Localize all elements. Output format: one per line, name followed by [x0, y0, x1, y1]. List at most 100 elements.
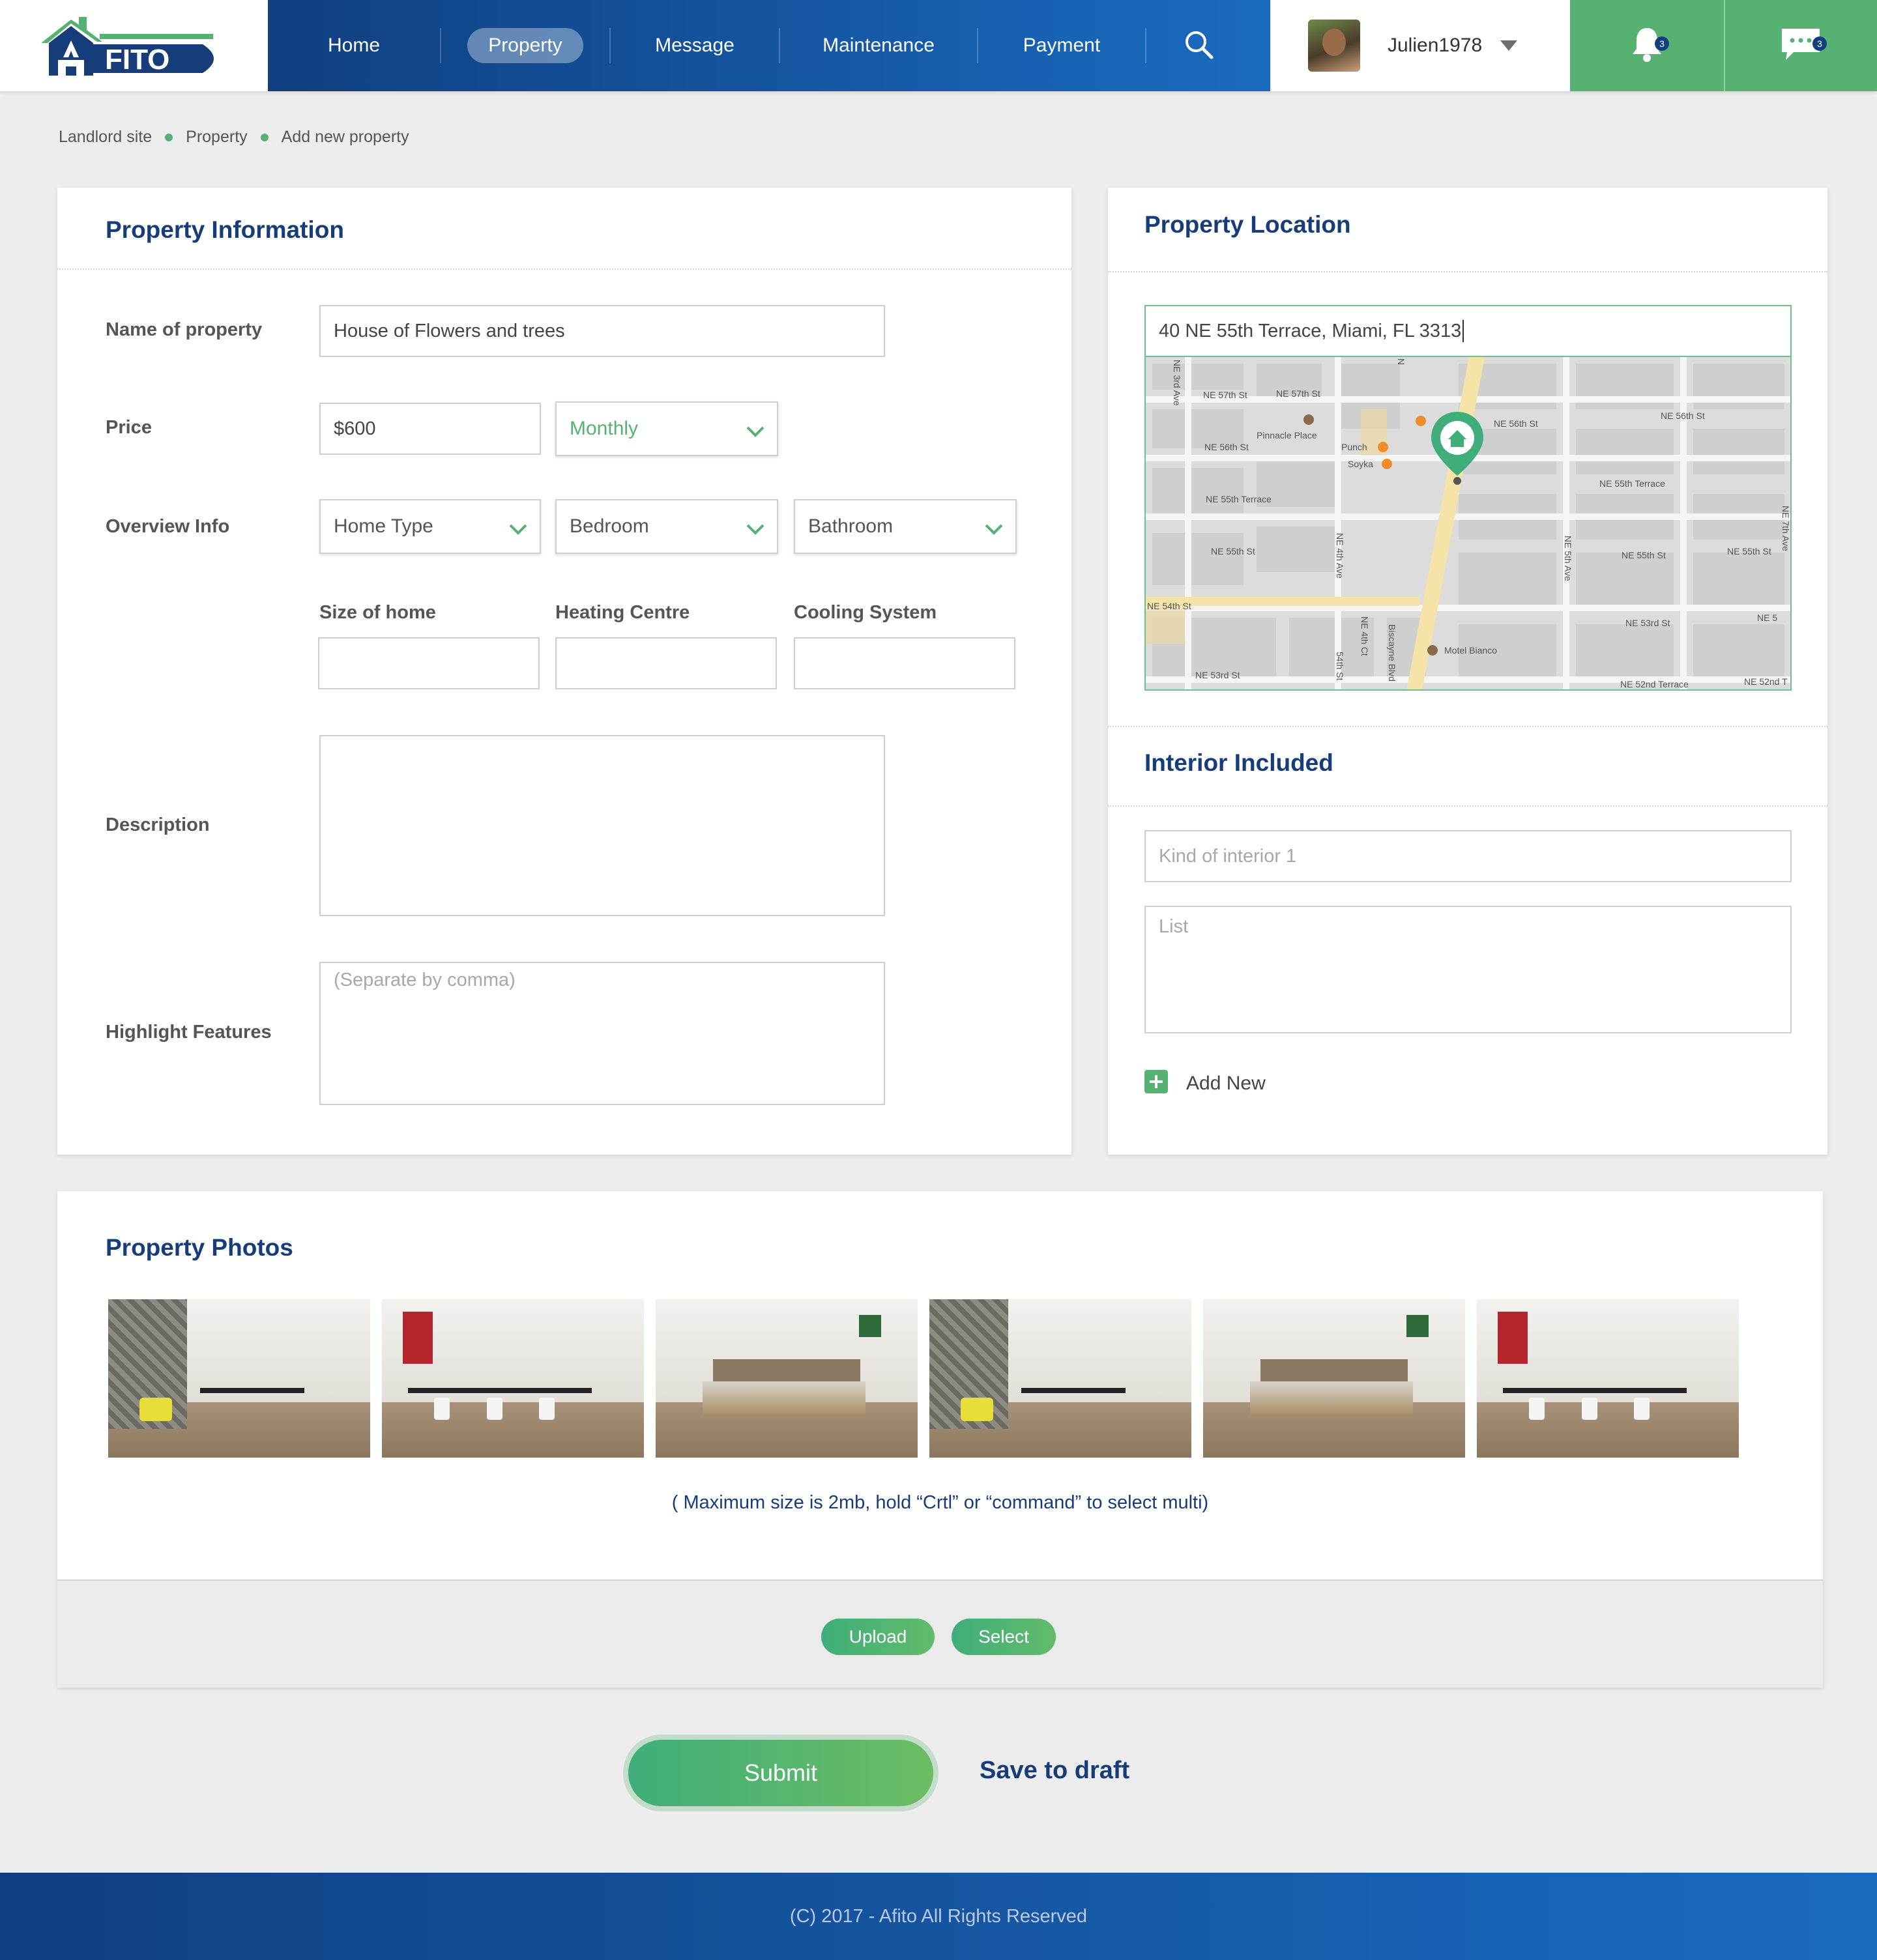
cooling-system-field[interactable]: [794, 637, 1015, 689]
property-information-title: Property Information: [106, 216, 344, 243]
dining-room-photo[interactable]: [1477, 1299, 1739, 1458]
breadcrumb-separator: [260, 133, 269, 141]
bedroom-select[interactable]: Bedroom: [555, 499, 778, 554]
username: Julien1978: [1388, 35, 1483, 56]
price-period-value: Monthly: [570, 418, 639, 439]
messages-button[interactable]: 3: [1724, 0, 1877, 91]
chevron-down-icon: [746, 421, 765, 443]
nav-maintenance[interactable]: Maintenance: [780, 27, 977, 64]
nav-payment-label: Payment: [1023, 35, 1101, 56]
nav-payment[interactable]: Payment: [978, 27, 1145, 64]
map-label: NE 54th St: [1147, 601, 1191, 611]
highlight-features-placeholder: (Separate by comma): [334, 970, 516, 990]
copyright-text: (C) 2017 - Afito All Rights Reserved: [789, 1905, 1088, 1927]
bedroom-photo[interactable]: [656, 1299, 918, 1458]
top-bar: FITO Home Property Message Maintenance P…: [0, 0, 1877, 91]
map-label: NE 4th Ct: [1360, 616, 1370, 656]
map-label: NE 5: [1757, 612, 1778, 623]
nav-message-label: Message: [655, 35, 735, 56]
map-canvas: [1146, 357, 1790, 689]
map-label: NE 56th St: [1661, 411, 1705, 421]
notifications-button[interactable]: 3: [1570, 0, 1724, 91]
map-label: Biscayne Blvd: [1387, 624, 1397, 682]
nav-home[interactable]: Home: [268, 27, 440, 64]
nav-property[interactable]: Property: [441, 27, 609, 64]
add-new-label: Add New: [1186, 1072, 1266, 1094]
upload-button[interactable]: Upload: [821, 1619, 935, 1655]
nav-home-label: Home: [327, 35, 381, 56]
address-field[interactable]: 40 NE 55th Terrace, Miami, FL 3313: [1144, 305, 1792, 357]
section-divider: [1108, 271, 1827, 272]
cooling-system-label: Cooling System: [794, 602, 937, 623]
living-room-photo[interactable]: [108, 1299, 370, 1458]
interior-kind-field[interactable]: Kind of interior 1: [1144, 830, 1792, 882]
heating-centre-label: Heating Centre: [555, 602, 690, 623]
save-to-draft-link[interactable]: Save to draft: [980, 1757, 1129, 1785]
submit-button-wrapper: Submit: [623, 1735, 938, 1811]
message-count-badge: 3: [1812, 36, 1827, 51]
price-period-select[interactable]: Monthly: [555, 401, 778, 456]
bathroom-value: Bathroom: [808, 515, 894, 537]
interior-kind-placeholder: Kind of interior 1: [1159, 845, 1297, 867]
dining-room-photo[interactable]: [382, 1299, 644, 1458]
user-menu[interactable]: Julien1978: [1270, 0, 1570, 91]
select-button[interactable]: Select: [952, 1619, 1056, 1655]
interior-list-textarea[interactable]: List: [1144, 906, 1792, 1033]
property-name-field[interactable]: House of Flowers and trees: [319, 305, 885, 357]
photo-size-note: ( Maximum size is 2mb, hold “Crtl” or “c…: [671, 1492, 1209, 1513]
afito-logo[interactable]: FITO: [40, 12, 229, 79]
map-label: NE 53rd St: [1195, 670, 1240, 680]
main-nav: Home Property Message Maintenance Paymen…: [268, 0, 1270, 91]
property-photos-title: Property Photos: [106, 1234, 293, 1261]
text-cursor: [1462, 320, 1464, 342]
price-field[interactable]: $600: [319, 403, 541, 455]
map-label: NE 5th Ave: [1563, 536, 1573, 581]
logo-text: FITO: [105, 44, 169, 76]
home-type-value: Home Type: [334, 515, 433, 537]
map-label: 54th St: [1335, 652, 1345, 681]
search-icon: [1183, 29, 1214, 63]
price-label: Price: [106, 417, 152, 438]
size-of-home-label: Size of home: [319, 602, 436, 623]
bathroom-select[interactable]: Bathroom: [794, 499, 1017, 554]
map-label: Soyka: [1348, 459, 1373, 469]
map-label: NE 56th St: [1204, 442, 1249, 452]
search-button[interactable]: [1146, 29, 1251, 63]
bedroom-photo[interactable]: [1203, 1299, 1465, 1458]
breadcrumb-landlord-site[interactable]: Landlord site: [59, 128, 152, 147]
breadcrumb: Landlord site Property Add new property: [59, 128, 409, 147]
chevron-down-icon: [984, 519, 1004, 541]
map-label: NE 53rd St: [1625, 618, 1670, 628]
home-type-select[interactable]: Home Type: [319, 499, 541, 554]
section-divider: [57, 268, 1071, 270]
location-map[interactable]: NE 57th St NE 57th St Pinnacle Place NE …: [1144, 357, 1792, 691]
property-location-title: Property Location: [1144, 211, 1351, 238]
highlight-features-textarea[interactable]: (Separate by comma): [319, 962, 885, 1105]
add-new-interior-button[interactable]: Add New: [1144, 1070, 1266, 1097]
highlight-features-label: Highlight Features: [106, 1022, 272, 1043]
map-label: NE 55th St: [1727, 546, 1771, 556]
description-label: Description: [106, 814, 210, 835]
map-label: NE 56th St: [1494, 418, 1538, 429]
map-label: Punch: [1341, 442, 1367, 452]
size-of-home-field[interactable]: [318, 637, 540, 689]
breadcrumb-current: Add new property: [281, 128, 409, 146]
description-textarea[interactable]: [319, 735, 885, 916]
submit-button[interactable]: Submit: [628, 1740, 933, 1806]
heating-centre-field[interactable]: [555, 637, 777, 689]
overview-info-label: Overview Info: [106, 516, 230, 537]
chevron-down-icon: [1500, 40, 1518, 51]
nav-message[interactable]: Message: [611, 27, 779, 64]
map-label: NE 57th St: [1276, 388, 1320, 399]
plus-icon: [1144, 1070, 1168, 1097]
living-room-photo[interactable]: [929, 1299, 1191, 1458]
notification-count-badge: 3: [1655, 36, 1669, 51]
map-label: NE 55th Terrace: [1206, 494, 1272, 504]
map-label: NE 55th St: [1211, 546, 1255, 556]
interior-list-placeholder: List: [1159, 916, 1189, 937]
breadcrumb-property[interactable]: Property: [186, 128, 247, 147]
nav-maintenance-label: Maintenance: [822, 35, 935, 56]
map-label: NE 55th Terrace: [1599, 478, 1665, 489]
logo-container[interactable]: FITO: [0, 0, 268, 91]
map-label: NE 4th Ave: [1335, 533, 1345, 579]
